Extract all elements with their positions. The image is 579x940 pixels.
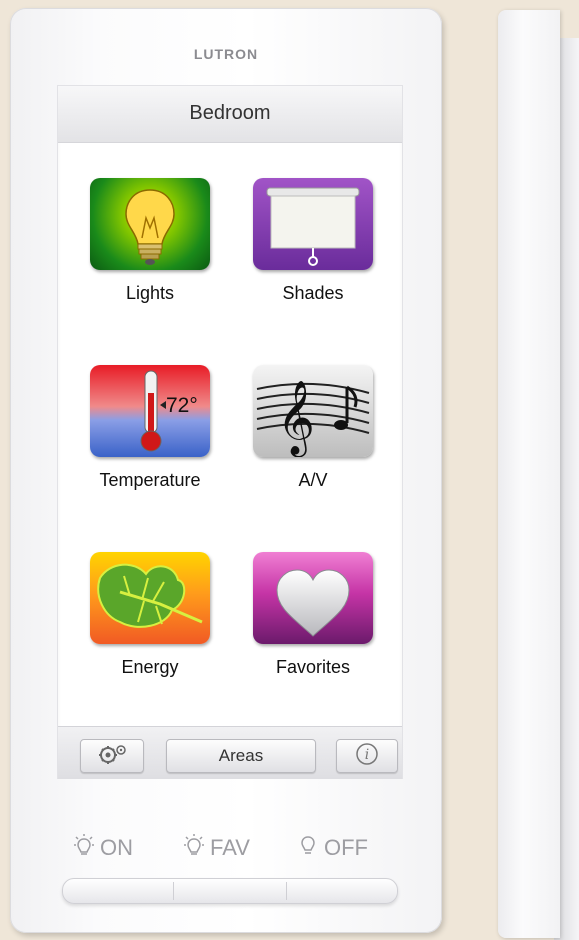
window-shade-icon xyxy=(253,178,373,270)
music-notes-icon: 𝄞 xyxy=(253,365,373,457)
room-title: Bedroom xyxy=(189,102,271,124)
hardware-button-bar xyxy=(62,878,398,904)
tile-label: Favorites xyxy=(275,657,351,677)
temperature-reading: 72° xyxy=(166,394,198,417)
tile-shades[interactable]: Shades xyxy=(243,178,383,304)
hw-off-text: OFF xyxy=(324,835,368,860)
screen-toolbar: Areas i xyxy=(58,726,402,779)
bulb-off-icon xyxy=(298,833,318,863)
hw-fav-label: FAV xyxy=(184,833,250,863)
keypad-device: LUTRON Bedroom Lights Shades 72° Tempera… xyxy=(10,8,442,933)
hw-on-button[interactable] xyxy=(63,879,173,903)
tile-label: Temperature xyxy=(99,470,201,490)
bulb-fav-icon xyxy=(184,833,204,863)
tile-lights[interactable]: Lights xyxy=(80,178,220,304)
info-button[interactable]: i xyxy=(336,739,398,773)
tile-av[interactable]: 𝄞 A/V xyxy=(243,365,383,491)
info-icon: i xyxy=(355,742,379,771)
hw-off-button[interactable] xyxy=(287,879,397,903)
tile-label: Shades xyxy=(282,283,344,303)
bulb-on-icon xyxy=(74,833,94,863)
device-side-profile xyxy=(498,10,560,938)
settings-button[interactable] xyxy=(80,739,144,773)
hw-on-label: ON xyxy=(74,833,133,863)
hw-fav-button[interactable] xyxy=(174,879,286,903)
tile-temperature[interactable]: 72° Temperature xyxy=(80,365,220,491)
thermometer-icon: 72° xyxy=(90,365,210,457)
svg-text:i: i xyxy=(365,747,369,763)
brand-logo: LUTRON xyxy=(193,46,259,62)
tile-label: Energy xyxy=(121,657,179,677)
areas-label: Areas xyxy=(218,746,264,765)
touch-screen: Bedroom Lights Shades 72° Temperature 𝄞 … xyxy=(58,86,402,779)
leaf-icon xyxy=(90,552,210,644)
tile-energy[interactable]: Energy xyxy=(80,552,220,678)
svg-text:𝄞: 𝄞 xyxy=(277,381,315,457)
tile-favorites[interactable]: Favorites xyxy=(243,552,383,678)
areas-button[interactable]: Areas xyxy=(166,739,316,773)
screen-header: Bedroom xyxy=(58,86,402,143)
heart-icon xyxy=(253,552,373,644)
tile-label: Lights xyxy=(125,283,175,303)
hw-on-text: ON xyxy=(100,835,133,860)
lightbulb-icon xyxy=(90,178,210,270)
tile-label: A/V xyxy=(298,470,328,490)
hw-fav-text: FAV xyxy=(210,835,250,860)
hw-off-label: OFF xyxy=(298,833,368,863)
gears-icon xyxy=(94,743,130,770)
